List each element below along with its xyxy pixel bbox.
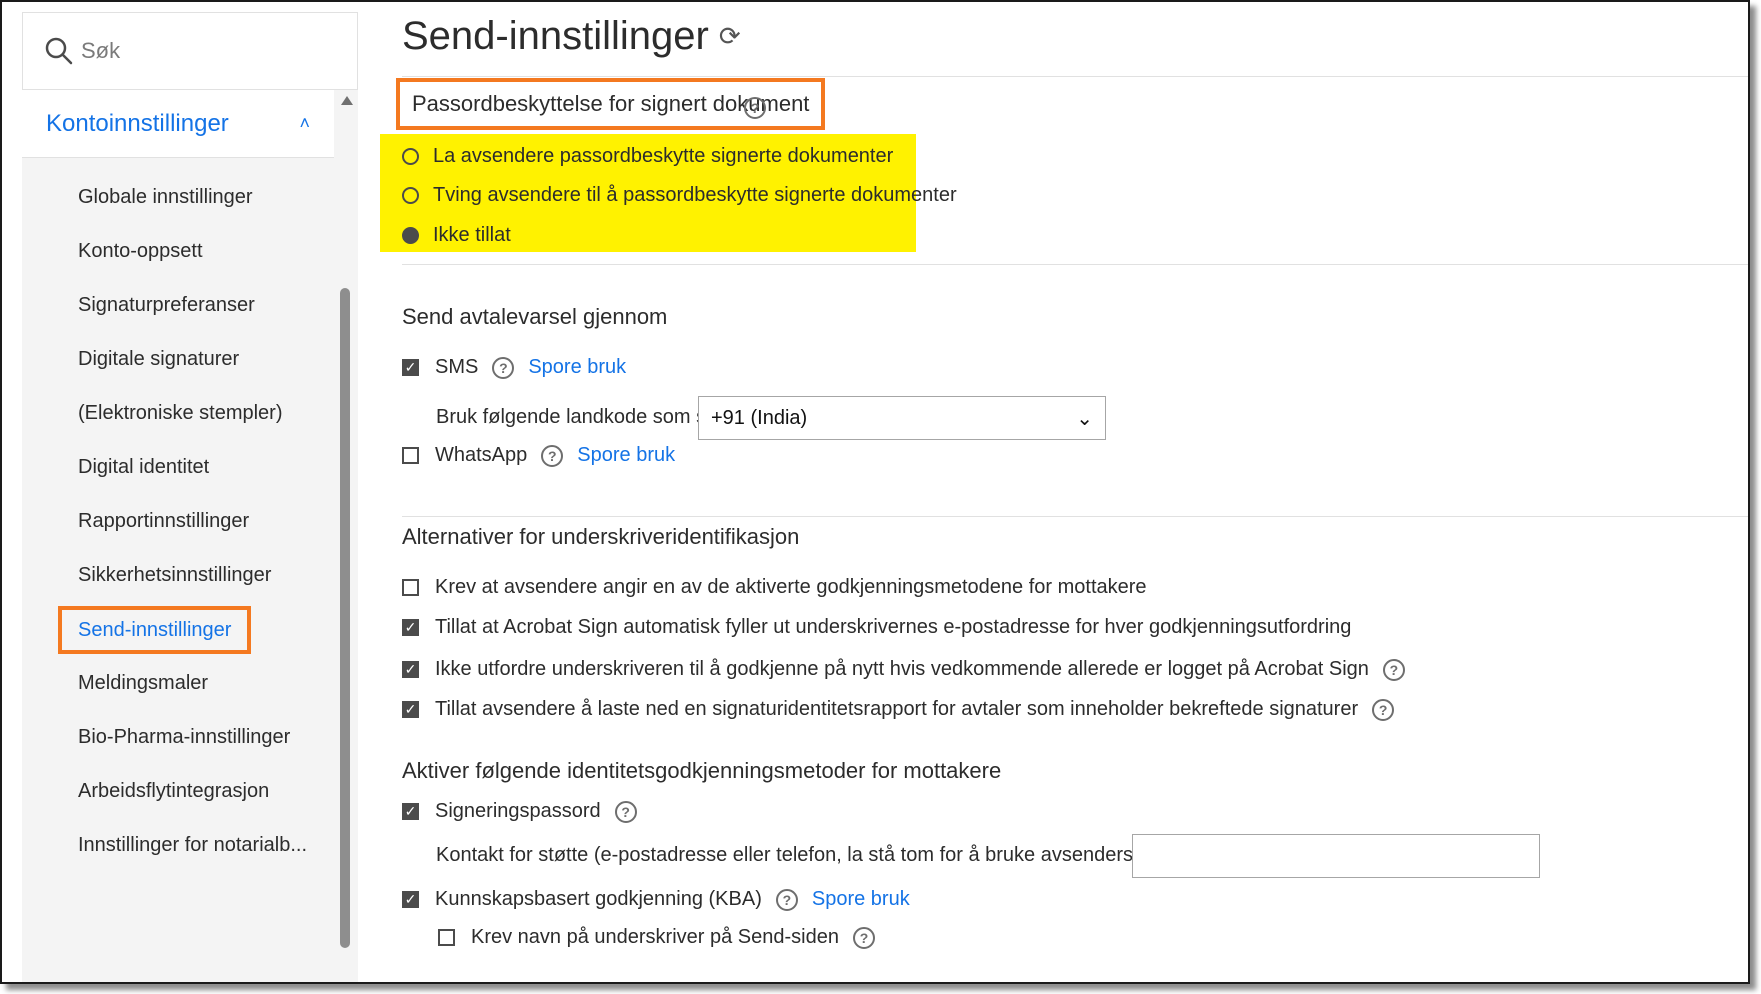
- radio-button-selected[interactable]: [402, 227, 419, 244]
- help-icon[interactable]: ?: [541, 444, 564, 467]
- radio-allow-password[interactable]: La avsendere passordbeskytte signerte do…: [402, 145, 893, 168]
- country-code-value: +91 (India): [711, 406, 808, 429]
- scrollbar-thumb[interactable]: [340, 288, 350, 948]
- option-label: Krev navn på underskriver på Send-siden: [471, 926, 839, 948]
- whatsapp-checkbox[interactable]: [402, 447, 419, 464]
- sidebar-item-label: Digitale signaturer: [78, 348, 240, 370]
- checkbox[interactable]: ✓: [402, 619, 419, 636]
- sidebar-item-label: Meldingsmaler: [78, 672, 209, 694]
- radio-label: Ikke tillat: [433, 224, 511, 246]
- whatsapp-label: WhatsApp: [435, 444, 528, 466]
- help-icon[interactable]: ?: [492, 356, 515, 379]
- auth-section-title: Aktiver følgende identitetsgodkjenningsm…: [402, 758, 1002, 783]
- chevron-up-icon[interactable]: ˄: [299, 113, 310, 134]
- scroll-up-arrow-icon[interactable]: [341, 96, 353, 105]
- sidebar-item-label: Digital identitet: [78, 456, 210, 478]
- signer-id-section-title: Alternativer for underskriveridentifikas…: [402, 524, 800, 549]
- sms-option[interactable]: ✓ SMS ? Spore bruk: [402, 356, 626, 379]
- sidebar-item-label: Arbeidsflytintegrasjon: [78, 780, 270, 802]
- help-icon[interactable]: ?: [853, 926, 875, 949]
- divider: [402, 516, 1748, 517]
- help-icon[interactable]: ?: [1382, 658, 1405, 681]
- checkbox[interactable]: [402, 579, 419, 596]
- radio-disallow[interactable]: Ikke tillat: [402, 224, 511, 247]
- sidebar-item-label: (Elektroniske stempler): [78, 402, 283, 424]
- sidebar-item-notary-settings[interactable]: Innstillinger for notarialb...: [22, 818, 334, 872]
- support-contact-input[interactable]: [1132, 834, 1540, 878]
- sidebar-item-label: Globale innstillinger: [78, 186, 253, 208]
- radio-button[interactable]: [402, 187, 419, 204]
- radio-label: Tving avsendere til å passordbeskytte si…: [433, 184, 957, 206]
- help-icon[interactable]: ?: [775, 888, 798, 911]
- sidebar-item-account-setup[interactable]: Konto-oppsett: [22, 224, 334, 278]
- sidebar-item-label: Signaturpreferanser: [78, 294, 255, 316]
- sms-label: SMS: [435, 356, 479, 378]
- sidebar-section-label: Kontoinnstillinger: [46, 109, 229, 137]
- sidebar-item-global-settings[interactable]: Globale innstillinger: [22, 170, 334, 224]
- checkbox[interactable]: ✓: [402, 661, 419, 678]
- signer-id-option[interactable]: Krev at avsendere angir en av de aktiver…: [402, 576, 1147, 599]
- sidebar-item-send-settings[interactable]: Send-innstillinger: [22, 602, 334, 656]
- main-content: Send-innstillinger ⟳ Passordbeskyttelse …: [358, 2, 1748, 982]
- sidebar: Søk Kontoinnstillinger ˄ Globale innstil…: [22, 12, 358, 982]
- sidebar-nav: Globale innstillinger Konto-oppsett Sign…: [22, 170, 334, 872]
- sidebar-scrollbar[interactable]: [338, 96, 354, 976]
- country-code-select[interactable]: +91 (India) ⌄: [698, 396, 1106, 440]
- sidebar-item-message-templates[interactable]: Meldingsmaler: [22, 656, 334, 710]
- sidebar-item-label: Send-innstillinger: [58, 605, 252, 654]
- sidebar-item-signature-preferences[interactable]: Signaturpreferanser: [22, 278, 334, 332]
- refresh-icon[interactable]: ⟳: [719, 21, 741, 52]
- signer-id-option[interactable]: ✓ Ikke utfordre underskriveren til å god…: [402, 658, 1405, 681]
- kba-track-usage-link[interactable]: Spore bruk: [812, 888, 910, 911]
- radio-label: La avsendere passordbeskytte signerte do…: [433, 145, 894, 167]
- sidebar-item-label: Innstillinger for notarialb...: [78, 834, 308, 856]
- help-icon[interactable]: ?: [1372, 698, 1395, 721]
- radio-button[interactable]: [402, 148, 419, 165]
- sms-checkbox[interactable]: ✓: [402, 359, 419, 376]
- sidebar-item-label: Rapportinnstillinger: [78, 510, 250, 532]
- help-icon[interactable]: ?: [614, 800, 637, 823]
- checkbox[interactable]: [438, 929, 455, 946]
- divider: [402, 264, 1748, 265]
- sidebar-item-report-settings[interactable]: Rapportinnstillinger: [22, 494, 334, 548]
- sidebar-item-workflow-integration[interactable]: Arbeidsflytintegrasjon: [22, 764, 334, 818]
- sidebar-item-label: Sikkerhetsinnstillinger: [78, 564, 272, 586]
- sidebar-item-label: Bio-Pharma-innstillinger: [78, 726, 291, 748]
- notify-section-title: Send avtalevarsel gjennom: [402, 304, 668, 329]
- page-title: Send-innstillinger ⟳: [402, 14, 741, 59]
- option-label: Signeringspassord: [435, 800, 601, 822]
- whatsapp-option[interactable]: WhatsApp ? Spore bruk: [402, 444, 675, 467]
- option-label: Kunnskapsbasert godkjenning (KBA): [435, 888, 762, 910]
- sidebar-section-account-settings[interactable]: Kontoinnstillinger ˄: [22, 90, 334, 158]
- option-label: Ikke utfordre underskriveren til å godkj…: [435, 658, 1369, 680]
- search-box[interactable]: Søk: [22, 12, 358, 90]
- kba-option[interactable]: ✓ Kunnskapsbasert godkjenning (KBA) ? Sp…: [402, 888, 910, 911]
- sms-track-usage-link[interactable]: Spore bruk: [528, 356, 626, 379]
- search-input[interactable]: Søk: [81, 38, 120, 64]
- sidebar-item-security-settings[interactable]: Sikkerhetsinnstillinger: [22, 548, 334, 602]
- require-name-option[interactable]: Krev navn på underskriver på Send-siden …: [438, 926, 875, 949]
- checkbox[interactable]: ✓: [402, 803, 419, 820]
- app-window: Søk Kontoinnstillinger ˄ Globale innstil…: [0, 0, 1750, 984]
- checkbox[interactable]: ✓: [402, 891, 419, 908]
- signer-id-option[interactable]: ✓ Tillat avsendere å laste ned en signat…: [402, 698, 1395, 721]
- sidebar-item-digital-identity[interactable]: Digital identitet: [22, 440, 334, 494]
- option-label: Tillat avsendere å laste ned en signatur…: [435, 698, 1359, 720]
- sidebar-item-electronic-seals[interactable]: (Elektroniske stempler): [22, 386, 334, 440]
- radio-force-password[interactable]: Tving avsendere til å passordbeskytte si…: [402, 184, 957, 207]
- divider: [402, 76, 1748, 77]
- page-title-text: Send-innstillinger: [402, 14, 709, 58]
- signer-id-option[interactable]: ✓ Tillat at Acrobat Sign automatisk fyll…: [402, 616, 1351, 639]
- sidebar-item-bio-pharma[interactable]: Bio-Pharma-innstillinger: [22, 710, 334, 764]
- whatsapp-track-usage-link[interactable]: Spore bruk: [577, 444, 675, 467]
- option-label: Krev at avsendere angir en av de aktiver…: [435, 576, 1147, 598]
- checkbox[interactable]: ✓: [402, 701, 419, 718]
- help-icon[interactable]: ?: [744, 97, 766, 119]
- chevron-down-icon: ⌄: [1076, 407, 1093, 430]
- signing-password-option[interactable]: ✓ Signeringspassord ?: [402, 800, 637, 823]
- search-icon: [45, 37, 73, 65]
- sidebar-item-label: Konto-oppsett: [78, 240, 203, 262]
- option-label: Tillat at Acrobat Sign automatisk fyller…: [435, 616, 1352, 638]
- sidebar-item-digital-signatures[interactable]: Digitale signaturer: [22, 332, 334, 386]
